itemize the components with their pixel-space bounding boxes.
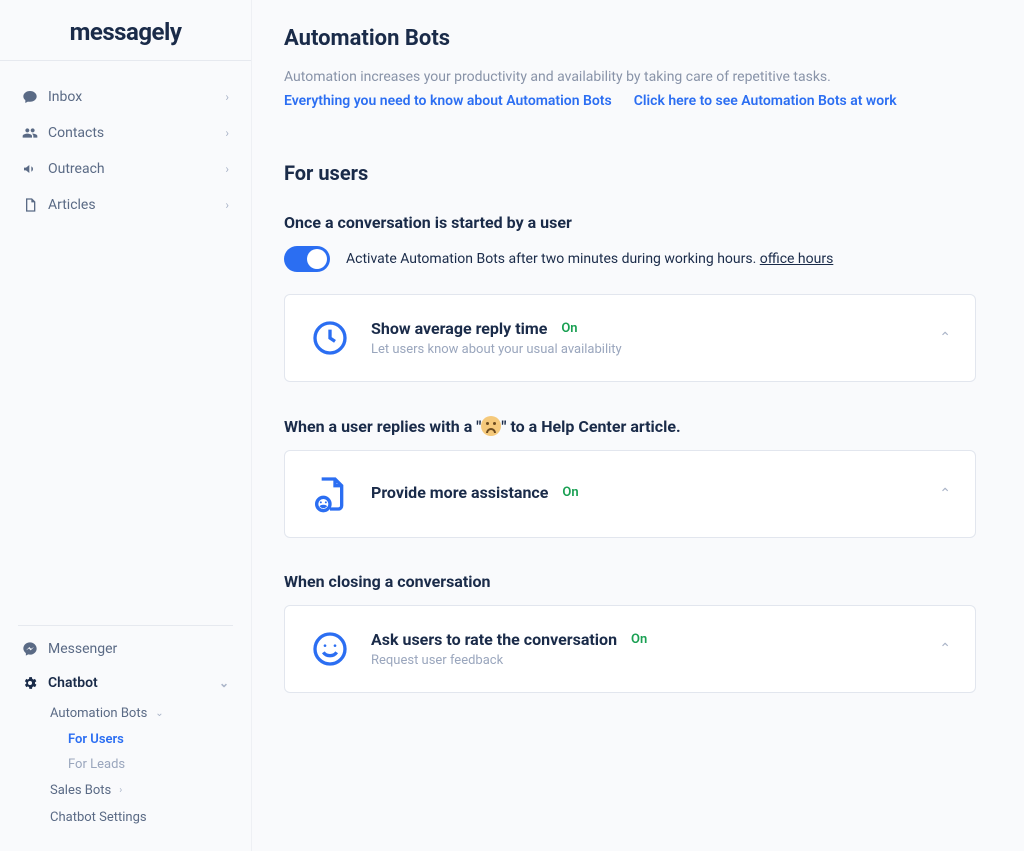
nav-contacts-label: Contacts [48,125,104,141]
card-reply-time-sub: Let users know about your usual availabi… [371,342,919,357]
chevron-right-icon: › [225,126,229,140]
office-hours-link[interactable]: office hours [760,251,834,267]
chevron-down-icon: ⌄ [219,676,229,690]
nav-outreach-label: Outreach [48,161,105,177]
document-icon [22,197,38,213]
nav-messenger-label: Messenger [48,641,117,657]
nav-bottom: Messenger Chatbot ⌄ Automation Bots ⌄ [0,632,251,851]
chevron-down-icon: ⌄ [155,708,163,719]
nav-messenger[interactable]: Messenger [12,632,239,666]
subnav-sales-bots-label: Sales Bots [50,783,111,798]
card-rate-title: Ask users to rate the conversation [371,630,617,649]
chevron-up-icon: ⌃ [939,486,951,502]
sub-title-conversation-start: Once a conversation is started by a user [284,213,976,232]
chevron-up-icon: ⌃ [939,641,951,657]
status-badge: On [561,321,577,336]
nav-inbox[interactable]: Inbox › [12,79,239,115]
logo[interactable]: messagely [0,0,251,61]
page-title: Automation Bots [284,26,976,51]
link-learn-more[interactable]: Everything you need to know about Automa… [284,93,612,109]
chevron-right-icon: › [225,162,229,176]
card-assistance[interactable]: Provide more assistance On ⌃ [284,450,976,538]
subnav-automation-bots-label: Automation Bots [50,706,147,721]
nav-contacts[interactable]: Contacts › [12,115,239,151]
subnav-for-users-label: For Users [68,732,124,747]
brand-name: messagely [70,18,182,46]
chevron-up-icon: ⌃ [939,330,951,346]
card-assistance-title: Provide more assistance [371,483,548,502]
page-description: Automation increases your productivity a… [284,69,976,85]
nav-chatbot-label: Chatbot [48,675,98,691]
document-sad-icon [309,473,351,515]
card-rate[interactable]: Ask users to rate the conversation On Re… [284,605,976,693]
activation-toggle-row: Activate Automation Bots after two minut… [284,246,976,272]
nav-outreach[interactable]: Outreach › [12,151,239,187]
status-badge: On [631,632,647,647]
card-reply-time-title: Show average reply time [371,319,547,338]
nav-chatbot[interactable]: Chatbot ⌄ [12,666,239,700]
nav-inbox-label: Inbox [48,89,82,105]
link-see-bots[interactable]: Click here to see Automation Bots at wor… [634,93,897,109]
card-rate-sub: Request user feedback [371,653,919,668]
sub2-suffix: " to a Help Center article. [501,417,680,436]
nav-articles[interactable]: Articles › [12,187,239,223]
automation-bots-subnav: For Users For Leads [42,727,239,777]
messenger-icon [22,641,38,657]
subnav-sales-bots[interactable]: Sales Bots › [42,777,239,804]
activation-toggle[interactable] [284,246,330,272]
toggle-knob [307,249,327,269]
subnav-chatbot-settings-label: Chatbot Settings [50,810,147,825]
clock-icon [309,317,351,359]
status-badge: On [562,485,578,500]
sub-title-sad-reply: When a user replies with a " " to a Help … [284,416,976,436]
activation-toggle-label: Activate Automation Bots after two minut… [346,251,833,267]
chevron-right-icon: › [225,90,229,104]
nav-top: Inbox › Contacts › Outreach [0,61,251,223]
chevron-right-icon: › [225,198,229,212]
sub-title-closing: When closing a conversation [284,572,976,591]
subnav-for-leads[interactable]: For Leads [60,752,239,777]
megaphone-icon [22,161,38,177]
chevron-right-icon: › [119,785,122,796]
section-title: For users [284,161,976,185]
subnav-for-leads-label: For Leads [68,757,125,772]
subnav-for-users[interactable]: For Users [60,727,239,752]
sidebar: messagely Inbox › Contacts [0,0,252,851]
people-icon [22,125,38,141]
nav-articles-label: Articles [48,197,96,213]
sidebar-divider [18,625,233,626]
activation-toggle-text: Activate Automation Bots after two minut… [346,251,760,267]
main-content: Automation Bots Automation increases you… [252,0,1024,851]
chatbot-subnav: Automation Bots ⌄ For Users For Leads Sa… [12,700,239,831]
help-links: Everything you need to know about Automa… [284,93,976,109]
subnav-automation-bots[interactable]: Automation Bots ⌄ [42,700,239,727]
logo-text: messagely [70,18,182,46]
sad-emoji-icon [481,416,501,436]
chat-bubble-icon [22,89,38,105]
gear-icon [22,675,38,691]
card-reply-time[interactable]: Show average reply time On Let users kno… [284,294,976,382]
subnav-chatbot-settings[interactable]: Chatbot Settings [42,804,239,831]
smile-icon [309,628,351,670]
sub2-prefix: When a user replies with a " [284,417,481,436]
